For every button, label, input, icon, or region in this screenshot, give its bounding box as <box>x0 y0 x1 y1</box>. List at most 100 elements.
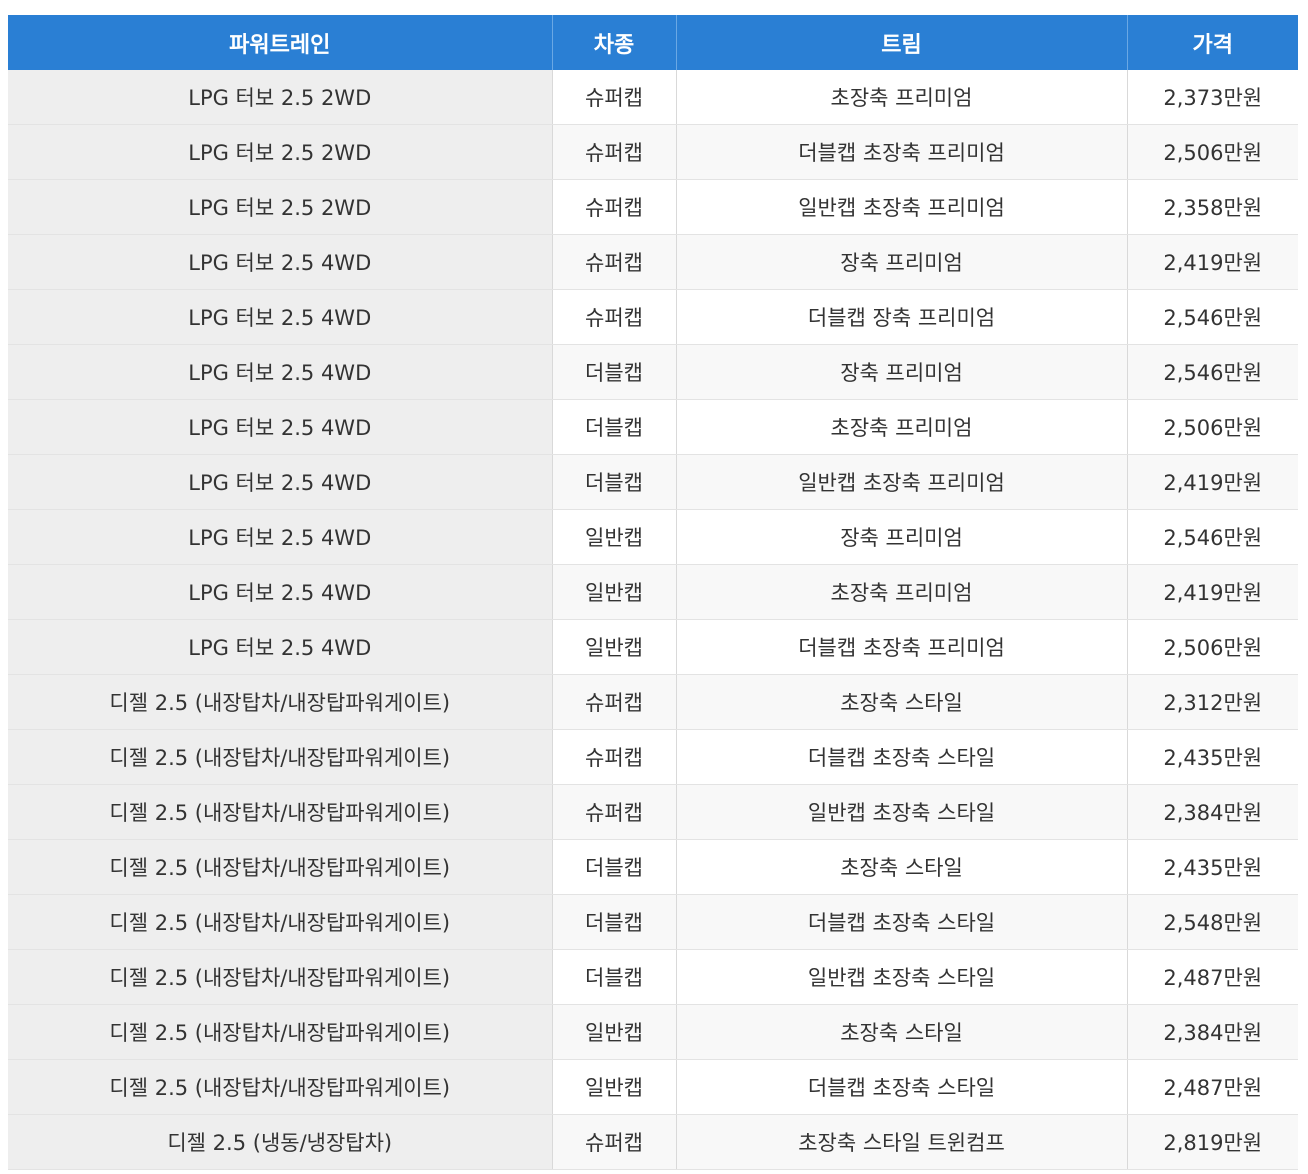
cell-trim: 장축 프리미엄 <box>676 344 1128 400</box>
cell-body-type: 일반캡 <box>552 509 677 565</box>
cell-powertrain: LPG 터보 2.5 4WD <box>8 399 553 455</box>
cell-trim: 더블캡 초장축 프리미엄 <box>676 619 1128 675</box>
table-row: LPG 터보 2.5 4WD 더블캡 초장축 프리미엄 2,506만원 <box>8 399 1298 455</box>
header-row: 파워트레인 차종 트림 가격 <box>8 15 1298 70</box>
cell-trim: 장축 프리미엄 <box>676 509 1128 565</box>
header-price: 가격 <box>1127 15 1298 70</box>
cell-trim: 더블캡 초장축 스타일 <box>676 894 1128 950</box>
table-row: LPG 터보 2.5 4WD 일반캡 초장축 프리미엄 2,419만원 <box>8 564 1298 620</box>
table-body: LPG 터보 2.5 2WD 슈퍼캡 초장축 프리미엄 2,373만원 LPG 터보 2… <box>8 70 1298 1170</box>
cell-price: 2,506만원 <box>1127 619 1298 675</box>
cell-trim: 초장축 프리미엄 <box>676 399 1128 455</box>
cell-trim: 더블캡 초장축 스타일 <box>676 729 1128 785</box>
table-row: LPG 터보 2.5 2WD 슈퍼캡 일반캡 초장축 프리미엄 2,358만원 <box>8 179 1298 235</box>
cell-body-type: 슈퍼캡 <box>552 674 677 730</box>
cell-body-type: 슈퍼캡 <box>552 70 677 125</box>
cell-body-type: 더블캡 <box>552 454 677 510</box>
cell-powertrain: 디젤 2.5 (내장탑차/내장탑파워게이트) <box>8 839 553 895</box>
cell-trim: 일반캡 초장축 프리미엄 <box>676 454 1128 510</box>
table-row: LPG 터보 2.5 2WD 슈퍼캡 초장축 프리미엄 2,373만원 <box>8 70 1298 125</box>
price-table-container: 파워트레인 차종 트림 가격 LPG 터보 2.5 2WD 슈퍼캡 초장축 프리미엄… <box>8 15 1298 1170</box>
cell-powertrain: 디젤 2.5 (내장탑차/내장탑파워게이트) <box>8 784 553 840</box>
cell-powertrain: LPG 터보 2.5 4WD <box>8 564 553 620</box>
table-row: 디젤 2.5 (내장탑차/내장탑파워게이트) 일반캡 초장축 스타일 2,384만원 <box>8 1004 1298 1060</box>
cell-powertrain: LPG 터보 2.5 4WD <box>8 289 553 345</box>
cell-trim: 초장축 스타일 <box>676 674 1128 730</box>
cell-price: 2,435만원 <box>1127 729 1298 785</box>
cell-body-type: 슈퍼캡 <box>552 729 677 785</box>
cell-body-type: 일반캡 <box>552 564 677 620</box>
cell-price: 2,312만원 <box>1127 674 1298 730</box>
cell-body-type: 더블캡 <box>552 344 677 400</box>
cell-body-type: 슈퍼캡 <box>552 179 677 235</box>
cell-powertrain: LPG 터보 2.5 2WD <box>8 124 553 180</box>
cell-body-type: 슈퍼캡 <box>552 289 677 345</box>
cell-powertrain: 디젤 2.5 (내장탑차/내장탑파워게이트) <box>8 729 553 785</box>
cell-price: 2,548만원 <box>1127 894 1298 950</box>
cell-body-type: 일반캡 <box>552 1004 677 1060</box>
cell-price: 2,487만원 <box>1127 1059 1298 1115</box>
table-row: LPG 터보 2.5 4WD 일반캡 더블캡 초장축 프리미엄 2,506만원 <box>8 619 1298 675</box>
cell-trim: 더블캡 초장축 스타일 <box>676 1059 1128 1115</box>
cell-trim: 일반캡 초장축 스타일 <box>676 784 1128 840</box>
cell-powertrain: 디젤 2.5 (내장탑차/내장탑파워게이트) <box>8 894 553 950</box>
cell-body-type: 슈퍼캡 <box>552 234 677 290</box>
cell-body-type: 슈퍼캡 <box>552 124 677 180</box>
cell-body-type: 더블캡 <box>552 399 677 455</box>
table-row: 디젤 2.5 (내장탑차/내장탑파워게이트) 슈퍼캡 더블캡 초장축 스타일 2,43… <box>8 729 1298 785</box>
cell-price: 2,373만원 <box>1127 70 1298 125</box>
cell-powertrain: 디젤 2.5 (내장탑차/내장탑파워게이트) <box>8 949 553 1005</box>
cell-powertrain: LPG 터보 2.5 4WD <box>8 619 553 675</box>
table-row: 디젤 2.5 (내장탑차/내장탑파워게이트) 더블캡 일반캡 초장축 스타일 2,48… <box>8 949 1298 1005</box>
cell-powertrain: LPG 터보 2.5 4WD <box>8 344 553 400</box>
table-row: 디젤 2.5 (내장탑차/내장탑파워게이트) 일반캡 더블캡 초장축 스타일 2,48… <box>8 1059 1298 1115</box>
cell-body-type: 일반캡 <box>552 619 677 675</box>
cell-price: 2,506만원 <box>1127 124 1298 180</box>
cell-price: 2,487만원 <box>1127 949 1298 1005</box>
table-row: 디젤 2.5 (내장탑차/내장탑파워게이트) 더블캡 더블캡 초장축 스타일 2,54… <box>8 894 1298 950</box>
cell-price: 2,546만원 <box>1127 289 1298 345</box>
cell-price: 2,546만원 <box>1127 344 1298 400</box>
cell-trim: 초장축 스타일 <box>676 839 1128 895</box>
cell-price: 2,419만원 <box>1127 234 1298 290</box>
cell-powertrain: LPG 터보 2.5 2WD <box>8 179 553 235</box>
cell-body-type: 슈퍼캡 <box>552 1114 677 1170</box>
header-body-type: 차종 <box>552 15 677 70</box>
cell-trim: 초장축 프리미엄 <box>676 564 1128 620</box>
cell-price: 2,384만원 <box>1127 1004 1298 1060</box>
cell-trim: 더블캡 장축 프리미엄 <box>676 289 1128 345</box>
cell-powertrain: 디젤 2.5 (내장탑차/내장탑파워게이트) <box>8 674 553 730</box>
cell-body-type: 더블캡 <box>552 894 677 950</box>
table-row: LPG 터보 2.5 4WD 슈퍼캡 장축 프리미엄 2,419만원 <box>8 234 1298 290</box>
table-row: LPG 터보 2.5 4WD 일반캡 장축 프리미엄 2,546만원 <box>8 509 1298 565</box>
table-row: LPG 터보 2.5 4WD 더블캡 일반캡 초장축 프리미엄 2,419만원 <box>8 454 1298 510</box>
cell-price: 2,419만원 <box>1127 454 1298 510</box>
cell-powertrain: 디젤 2.5 (내장탑차/내장탑파워게이트) <box>8 1059 553 1115</box>
header-powertrain: 파워트레인 <box>8 15 553 70</box>
table-row: LPG 터보 2.5 2WD 슈퍼캡 더블캡 초장축 프리미엄 2,506만원 <box>8 124 1298 180</box>
cell-price: 2,819만원 <box>1127 1114 1298 1170</box>
cell-powertrain: 디젤 2.5 (내장탑차/내장탑파워게이트) <box>8 1004 553 1060</box>
cell-trim: 일반캡 초장축 스타일 <box>676 949 1128 1005</box>
table-row: 디젤 2.5 (내장탑차/내장탑파워게이트) 더블캡 초장축 스타일 2,435만원 <box>8 839 1298 895</box>
cell-trim: 일반캡 초장축 프리미엄 <box>676 179 1128 235</box>
price-table: 파워트레인 차종 트림 가격 LPG 터보 2.5 2WD 슈퍼캡 초장축 프리미엄… <box>8 15 1298 1170</box>
cell-price: 2,506만원 <box>1127 399 1298 455</box>
table-row: LPG 터보 2.5 4WD 더블캡 장축 프리미엄 2,546만원 <box>8 344 1298 400</box>
cell-body-type: 더블캡 <box>552 949 677 1005</box>
cell-trim: 초장축 스타일 트윈컴프 <box>676 1114 1128 1170</box>
cell-trim: 장축 프리미엄 <box>676 234 1128 290</box>
cell-powertrain: LPG 터보 2.5 4WD <box>8 234 553 290</box>
cell-trim: 초장축 프리미엄 <box>676 70 1128 125</box>
cell-price: 2,358만원 <box>1127 179 1298 235</box>
cell-price: 2,546만원 <box>1127 509 1298 565</box>
cell-body-type: 더블캡 <box>552 839 677 895</box>
cell-powertrain: 디젤 2.5 (냉동/냉장탑차) <box>8 1114 553 1170</box>
cell-body-type: 일반캡 <box>552 1059 677 1115</box>
table-header: 파워트레인 차종 트림 가격 <box>8 15 1298 70</box>
header-trim: 트림 <box>676 15 1128 70</box>
cell-trim: 더블캡 초장축 프리미엄 <box>676 124 1128 180</box>
table-row: LPG 터보 2.5 4WD 슈퍼캡 더블캡 장축 프리미엄 2,546만원 <box>8 289 1298 345</box>
table-row: 디젤 2.5 (내장탑차/내장탑파워게이트) 슈퍼캡 초장축 스타일 2,312만원 <box>8 674 1298 730</box>
cell-price: 2,419만원 <box>1127 564 1298 620</box>
